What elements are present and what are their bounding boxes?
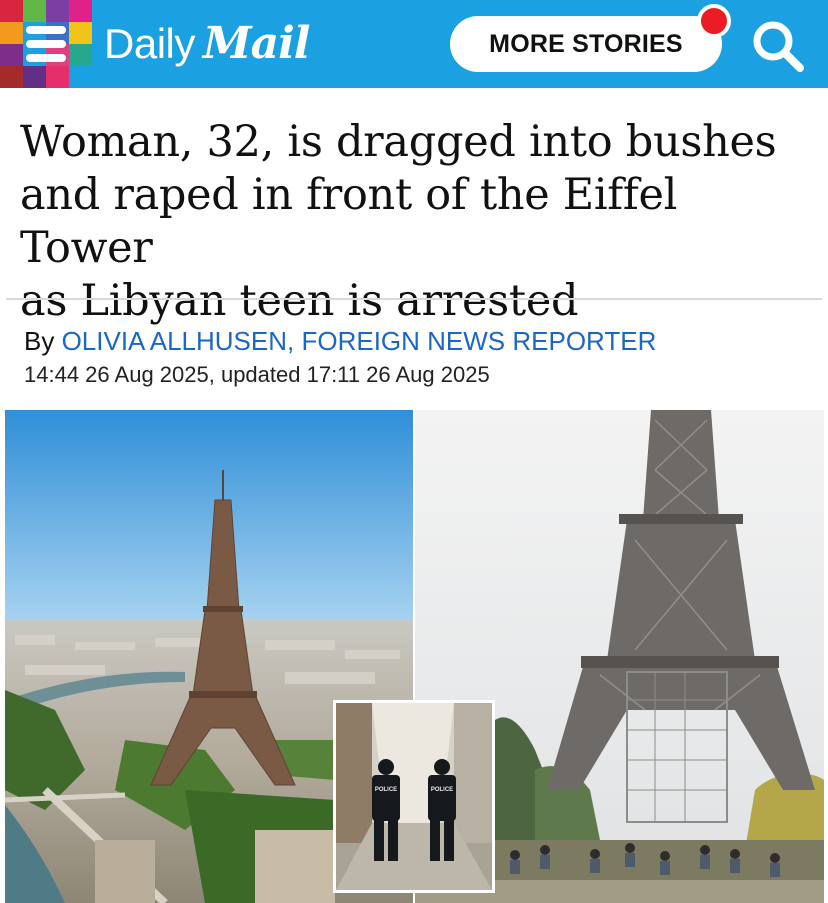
site-header: Daily Mail MORE STORIES (0, 0, 828, 88)
author-link[interactable]: OLIVIA ALLHUSEN, FOREIGN NEWS REPORTER (62, 326, 657, 356)
headline-line: Woman, 32, is dragged into bushes (20, 117, 777, 167)
police-badge-right: POLICE (431, 787, 453, 793)
site-logo[interactable]: Daily Mail (104, 14, 311, 74)
byline-prefix: By (24, 326, 55, 356)
byline: By OLIVIA ALLHUSEN, FOREIGN NEWS REPORTE… (24, 326, 656, 357)
article-headline: Woman, 32, is dragged into bushes and ra… (20, 116, 810, 328)
police-badge-left: POLICE (375, 787, 397, 793)
article-image-collage[interactable]: POLICE POLICE (5, 410, 824, 903)
headline-line: and raped in front of the Eiffel Tower (20, 170, 678, 273)
more-stories-button[interactable]: MORE STORIES (450, 16, 722, 72)
notification-dot (697, 4, 731, 38)
logo-mail: Mail (202, 18, 311, 69)
headline-line: as Libyan teen is arrested (20, 276, 579, 326)
search-icon[interactable] (750, 18, 808, 74)
article-timestamp: 14:44 26 Aug 2025, updated 17:11 26 Aug … (24, 362, 490, 387)
logo-daily: Daily (104, 20, 195, 67)
police-officers-inset-photo: POLICE POLICE (333, 700, 495, 893)
headline-divider (6, 298, 822, 300)
hamburger-menu-icon[interactable] (26, 26, 66, 62)
